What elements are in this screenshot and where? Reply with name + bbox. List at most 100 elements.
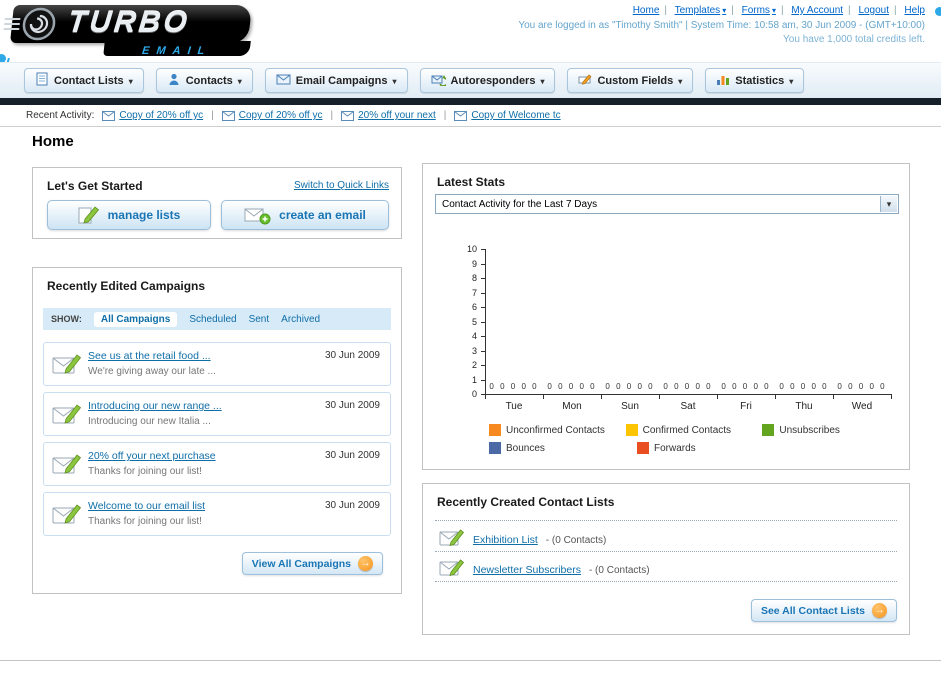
link-home[interactable]: Home [633,5,660,16]
recent-activity-link: 20% off your next [358,110,436,121]
y-tick-mark [481,350,485,352]
nav-tab-email-campaigns[interactable]: Email Campaigns [264,68,408,93]
link-help[interactable]: Help [904,5,925,16]
x-tick-mark [833,394,834,399]
y-tick-label: 10 [466,244,477,254]
bar-value-labels: 0 0 0 0 0 [663,382,713,391]
link-forms[interactable]: Forms [742,5,776,16]
manage-lists-button[interactable]: manage lists [47,200,211,230]
x-tick-label: Sun [621,401,639,412]
get-started-panel: Let's Get Started Switch to Quick Links … [32,167,402,239]
y-tick-mark [481,379,485,381]
campaign-title-link[interactable]: Introducing our new range ... [88,400,222,412]
recent-contact-lists-title: Recently Created Contact Lists [437,495,615,509]
legend-label: Forwards [654,442,696,454]
envelope-pencil-icon [52,502,82,531]
nav-tab-statistics[interactable]: Statistics [705,68,805,93]
filter-archived[interactable]: Archived [281,314,320,325]
contact-list-row[interactable]: Newsletter Subscribers - (0 Contacts) [439,558,650,582]
x-tick-label: Thu [795,401,813,412]
legend-swatch [762,424,775,436]
filter-sent[interactable]: Sent [249,314,270,325]
nav-tab-contacts[interactable]: Contacts [155,68,253,93]
chevron-down-icon [129,75,133,87]
nav-divider-bar [0,98,941,105]
contact-list-count: - (0 Contacts) [545,534,607,546]
email-campaigns-icon [276,73,291,88]
create-email-label: create an email [279,208,366,222]
page-title: Home [32,133,74,150]
arrow-right-icon [358,556,373,571]
logo-block: TURBO [3,5,252,43]
legend-label: Bounces [506,442,545,454]
see-all-contact-lists-label: See All Contact Lists [760,604,865,617]
divider [659,5,672,16]
nav-tab-label: Contact Lists [54,74,124,87]
edge-dot-decoration [935,7,941,16]
campaign-filter-bar: SHOW: All Campaigns Scheduled Sent Archi… [43,308,391,330]
recent-campaigns-panel: Recently Edited Campaigns SHOW: All Camp… [32,267,402,594]
y-tick-mark [481,336,485,337]
chevron-down-icon [678,75,682,87]
nav-tab-custom-fields[interactable]: Custom Fields [567,68,694,93]
filter-all-campaigns[interactable]: All Campaigns [93,311,178,327]
campaign-title-link[interactable]: See us at the retail food ... [88,350,211,362]
recent-activity-item[interactable]: Copy of 20% off yc [221,110,322,121]
y-tick-label: 9 [471,258,477,269]
campaign-date: 30 Jun 2009 [324,350,380,361]
link-logout[interactable]: Logout [858,5,889,16]
recent-activity-item[interactable]: Copy of 20% off yc [102,110,203,121]
campaign-subtitle: Thanks for joining our list! [88,466,202,477]
get-started-title: Let's Get Started [47,179,143,193]
x-tick-mark [659,394,660,399]
view-all-campaigns-button[interactable]: View All Campaigns [241,552,383,575]
campaign-row[interactable]: Introducing our new range ... Introducin… [43,392,391,436]
legend-item-bounces: Bounces [489,442,637,454]
contact-list-link[interactable]: Exhibition List [473,534,538,546]
autoresponders-icon [431,73,448,89]
x-tick-label: Wed [851,401,873,412]
create-email-button[interactable]: create an email [221,200,389,230]
recent-activity-item[interactable]: 20% off your next [341,110,436,121]
link-my-account[interactable]: My Account [791,5,843,16]
recent-activity-link: Copy of Welcome tc [471,110,561,121]
switch-to-quick-links[interactable]: Switch to Quick Links [294,180,389,191]
legend-swatch [489,442,501,454]
y-tick-mark [481,249,485,250]
campaign-date: 30 Jun 2009 [324,400,380,411]
divider [843,5,856,16]
y-tick-label: 5 [471,316,477,327]
recent-activity-item[interactable]: Copy of Welcome tc [454,110,561,121]
x-tick-label: Tue [505,401,523,412]
contact-list-link[interactable]: Newsletter Subscribers [473,564,581,576]
see-all-contact-lists-button[interactable]: See All Contact Lists [750,599,897,622]
filter-scheduled[interactable]: Scheduled [189,314,236,325]
envelope-icon [102,110,116,121]
envelope-icon [341,110,355,121]
campaign-row[interactable]: See us at the retail food ... We're givi… [43,342,391,386]
campaign-row[interactable]: 20% off your next purchase Thanks for jo… [43,442,391,486]
nav-tab-autoresponders[interactable]: Autoresponders [419,68,556,93]
legend-item-forwards: Forwards [637,442,785,454]
stats-period-select[interactable]: Contact Activity for the Last 7 Days [435,194,899,214]
x-axis [485,394,891,395]
y-tick-mark [481,321,485,323]
campaign-row[interactable]: Welcome to our email list Thanks for joi… [43,492,391,536]
contact-lists-icon [35,72,49,89]
y-tick-label: 2 [471,360,477,370]
link-forms-label: Forms [741,5,770,16]
campaign-title-link[interactable]: 20% off your next purchase [88,450,216,462]
y-tick-label: 4 [471,331,477,341]
nav-tab-contact-lists[interactable]: Contact Lists [24,68,144,93]
y-tick-label: 7 [471,287,477,298]
recent-activity-link: Copy of 20% off yc [119,110,204,121]
campaign-title-link[interactable]: Welcome to our email list [88,500,205,512]
app-logo[interactable]: TURBO EMAIL [3,5,262,57]
recent-activity-bar: Recent Activity: Copy of 20% off yc Copy… [0,105,941,127]
statistics-icon [716,73,730,89]
latest-stats-title: Latest Stats [437,175,506,189]
link-templates[interactable]: Templates [675,5,727,16]
contact-list-row[interactable]: Exhibition List - (0 Contacts) [439,528,606,552]
show-label: SHOW: [51,314,82,324]
contacts-icon [167,72,181,89]
